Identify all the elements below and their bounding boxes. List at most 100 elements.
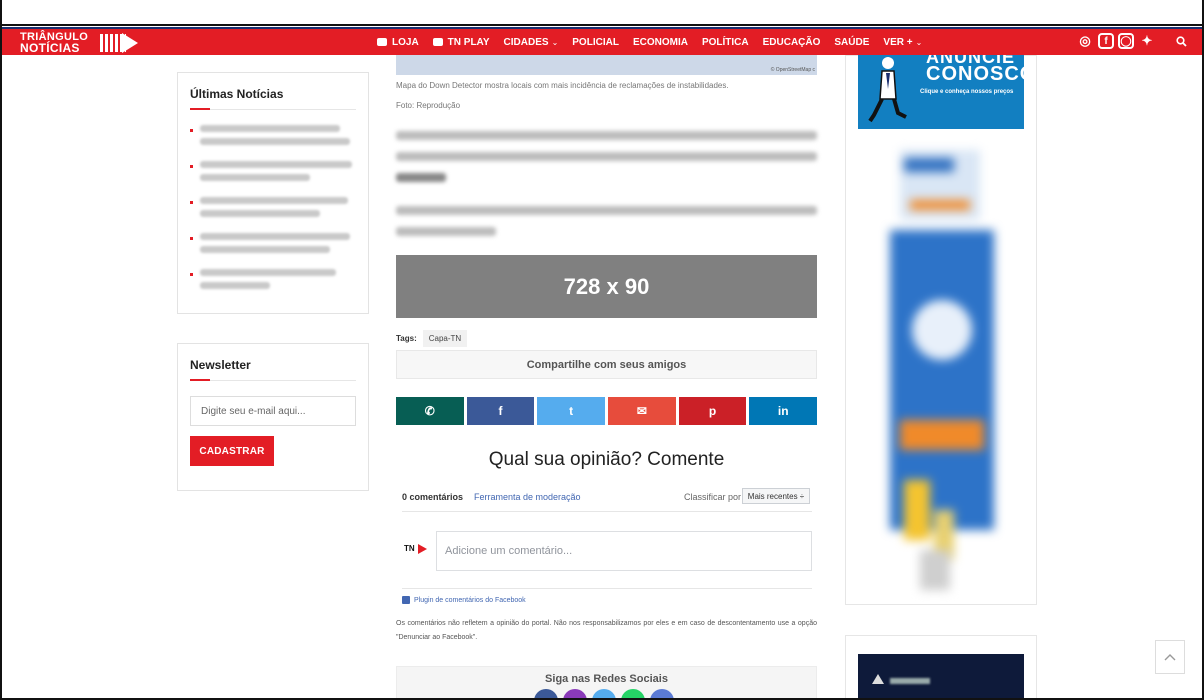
video-camera-icon bbox=[432, 38, 443, 46]
sort-select[interactable]: Mais recentes ÷ bbox=[742, 488, 810, 504]
logo-arrow bbox=[122, 33, 138, 53]
moderation-tool-link[interactable]: Ferramenta de moderação bbox=[474, 492, 581, 502]
latest-news-title: Últimas Notícias bbox=[190, 87, 284, 101]
follow-social-icons bbox=[534, 689, 674, 700]
tags-label: Tags: bbox=[396, 334, 417, 343]
nav-item-7[interactable]: SAÚDE bbox=[827, 29, 876, 55]
instagram-icon[interactable]: ◯ bbox=[1118, 33, 1134, 49]
site-logo[interactable]: TRIÂNGULO NOTÍCIAS bbox=[18, 30, 138, 56]
email-icon: ✉ bbox=[636, 404, 647, 418]
facebook-icon: f bbox=[498, 404, 503, 418]
newsletter-widget: Newsletter Digite seu e-mail aqui... CAD… bbox=[177, 343, 369, 491]
article-paragraph bbox=[396, 131, 817, 194]
ad-text-blur bbox=[890, 678, 930, 684]
nav-item-label: POLICIAL bbox=[572, 36, 619, 48]
twitter-share-button[interactable]: t bbox=[537, 397, 606, 425]
avatar-text: TN bbox=[404, 544, 415, 553]
social-circle-icon[interactable] bbox=[592, 689, 616, 700]
twitter-icon: t bbox=[569, 404, 574, 418]
facebook-icon[interactable]: f bbox=[1098, 33, 1114, 49]
fb-plugin-label: Plugin de comentários do Facebook bbox=[414, 596, 526, 604]
chevron-up-icon bbox=[1164, 654, 1176, 661]
divider-accent bbox=[190, 379, 210, 381]
nav-item-5[interactable]: POLÍTICA bbox=[695, 29, 756, 55]
social-circle-icon[interactable] bbox=[621, 689, 645, 700]
divider-accent bbox=[190, 108, 210, 110]
share-title: Compartilhe com seus amigos bbox=[396, 350, 817, 379]
twitter-icon[interactable]: ✦ bbox=[1138, 32, 1156, 50]
header-social: ◎ f ◯ ✦ bbox=[1076, 32, 1190, 50]
avatar: TN bbox=[402, 540, 430, 558]
social-circle-icon[interactable] bbox=[563, 689, 587, 700]
divider bbox=[190, 109, 356, 110]
advertise-banner[interactable]: ANUNCIE CONOSCO Clique e conheça nossos … bbox=[858, 55, 1024, 129]
nav-item-0[interactable]: LOJA bbox=[370, 29, 426, 55]
follow-social-box: Siga nas Redes Sociais bbox=[396, 666, 817, 700]
social-circle-icon[interactable] bbox=[650, 689, 674, 700]
news-item[interactable] bbox=[190, 233, 356, 259]
whatsapp-icon: ✆ bbox=[424, 404, 435, 418]
facebook-share-button[interactable]: f bbox=[466, 397, 535, 425]
news-item[interactable] bbox=[190, 125, 356, 151]
newsletter-subscribe-button[interactable]: CADASTRAR bbox=[190, 436, 274, 466]
social-circle-icon[interactable] bbox=[534, 689, 558, 700]
comment-input[interactable]: Adicione um comentário... bbox=[436, 531, 812, 571]
nav-item-4[interactable]: ECONOMIA bbox=[626, 29, 695, 55]
comment-count: 0 comentários bbox=[402, 492, 464, 502]
whatsapp-icon[interactable]: ◎ bbox=[1076, 32, 1094, 50]
fb-plugin-link[interactable]: Plugin de comentários do Facebook bbox=[402, 596, 526, 604]
newsletter-email-input[interactable]: Digite seu e-mail aqui... bbox=[190, 396, 356, 426]
tags-row: Tags: Capa-TN bbox=[396, 330, 468, 347]
person-figure-icon bbox=[868, 57, 907, 123]
map-image: © OpenStreetMap c bbox=[396, 55, 817, 75]
nav-item-label: POLÍTICA bbox=[701, 36, 749, 48]
ad-logo-icon bbox=[872, 674, 884, 684]
news-item[interactable] bbox=[190, 269, 356, 295]
nav-item-8[interactable]: VER + ⌄ bbox=[876, 29, 929, 55]
comments-heading: Qual sua opinião? Comente bbox=[488, 449, 725, 470]
sort-label: Classificar por bbox=[684, 492, 742, 502]
image-caption: Mapa do Down Detector mostra locais com … bbox=[396, 81, 729, 90]
dark-ad-banner[interactable] bbox=[858, 654, 1024, 700]
email-share-button[interactable]: ✉ bbox=[608, 397, 676, 425]
news-item[interactable] bbox=[190, 197, 356, 223]
photo-credit: Foto: Reprodução bbox=[396, 101, 461, 110]
comments-disclaimer: Os comentários não refletem a opinião do… bbox=[396, 620, 817, 641]
main-menu: LOJA TN PLAY CIDADES ⌄ POLICIAL ECONOMIA POLÍT… bbox=[370, 29, 929, 55]
tag-link[interactable]: Capa-TN bbox=[422, 330, 468, 347]
nav-item-2[interactable]: CIDADES ⌄ bbox=[497, 29, 566, 55]
ad-banner-728x90[interactable]: 728 x 90 bbox=[396, 255, 817, 318]
whatsapp-share-button[interactable]: ✆ bbox=[396, 397, 464, 425]
chevron-down-icon: ⌄ bbox=[551, 37, 559, 47]
article-paragraph bbox=[396, 206, 817, 248]
share-buttons: ✆ f t ✉ p in bbox=[396, 397, 818, 425]
newsletter-title: Newsletter bbox=[190, 358, 251, 372]
facebook-icon bbox=[402, 596, 410, 604]
nav-item-6[interactable]: EDUCAÇÃO bbox=[756, 29, 828, 55]
latest-news-widget: Últimas Notícias bbox=[177, 72, 369, 314]
divider bbox=[190, 380, 356, 381]
scroll-to-top-button[interactable] bbox=[1155, 640, 1185, 674]
latest-news-list bbox=[190, 125, 356, 305]
vertical-ad-banner[interactable] bbox=[890, 150, 994, 590]
nav-item-label: ECONOMIA bbox=[632, 36, 688, 48]
linkedin-share-button[interactable]: in bbox=[749, 397, 818, 425]
search-icon[interactable] bbox=[1172, 32, 1190, 50]
divider bbox=[402, 588, 812, 589]
main-navbar: TRIÂNGULO NOTÍCIAS LOJA TN PLAY CIDADES ⌄ PO… bbox=[2, 27, 1202, 55]
fb-comments-header: 0 comentários Ferramenta de moderação Cl… bbox=[402, 488, 812, 512]
nav-item-label: TN PLAY bbox=[447, 36, 490, 48]
map-credit: © OpenStreetMap c bbox=[770, 67, 815, 73]
pinterest-share-button[interactable]: p bbox=[678, 397, 747, 425]
news-item[interactable] bbox=[190, 161, 356, 187]
nav-item-label: SAÚDE bbox=[834, 36, 870, 48]
nav-item-1[interactable]: TN PLAY bbox=[426, 29, 497, 55]
avatar-arrow bbox=[418, 544, 427, 554]
follow-title: Siga nas Redes Sociais bbox=[545, 673, 668, 685]
nav-item-3[interactable]: POLICIAL bbox=[565, 29, 626, 55]
chevron-down-icon: ⌄ bbox=[915, 37, 923, 47]
ad-line2: CONOSCO bbox=[926, 63, 1024, 85]
store-icon bbox=[377, 38, 387, 46]
linkedin-icon: in bbox=[777, 404, 789, 418]
nav-item-label: EDUCAÇÃO bbox=[762, 36, 821, 48]
